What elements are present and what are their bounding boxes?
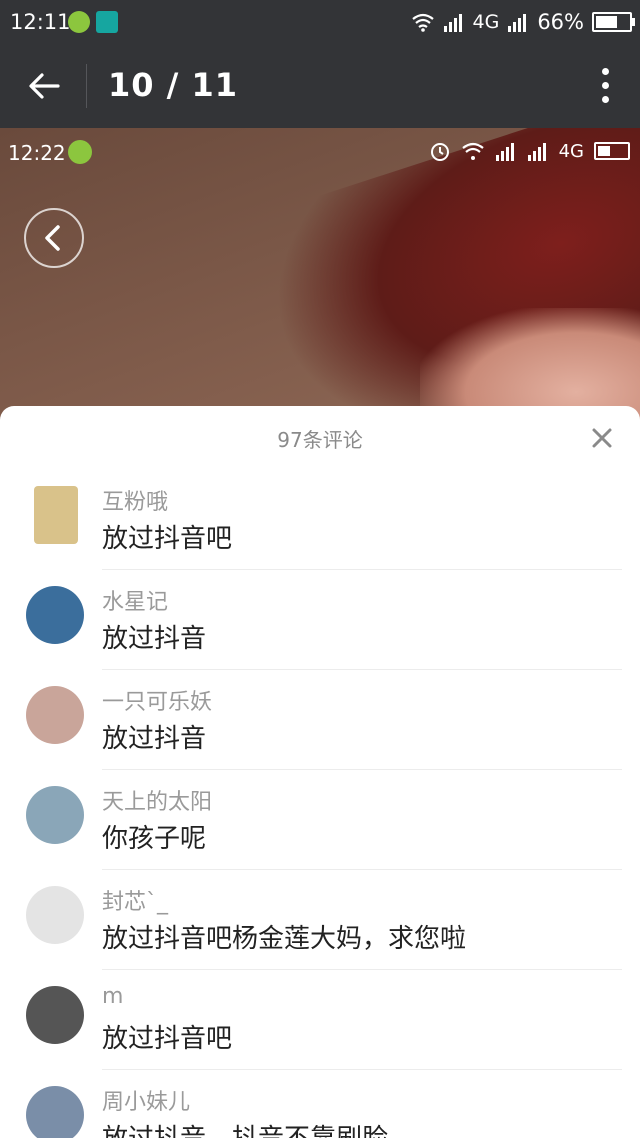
- wifi-icon: [461, 142, 484, 160]
- comment-item[interactable]: 封芯`_ 放过抖音吧杨金莲大妈，求您啦: [0, 870, 640, 970]
- comment-username[interactable]: 一只可乐妖: [102, 684, 212, 716]
- alarm-icon: [430, 143, 449, 161]
- screenshot-icon: [96, 11, 118, 33]
- comment-username[interactable]: 封芯`_: [102, 884, 168, 916]
- comments-count-title: 97条评论: [277, 428, 363, 452]
- comment-username[interactable]: 天上的太阳: [102, 784, 212, 816]
- signal-icon: [508, 14, 527, 32]
- close-icon[interactable]: [588, 424, 616, 452]
- comment-username[interactable]: 互粉哦: [102, 484, 168, 516]
- viewer-toolbar: 10 / 11: [0, 44, 640, 128]
- inner-status-right: 4G: [429, 140, 630, 162]
- plus-badge-icon: [68, 11, 90, 33]
- more-vertical-icon[interactable]: [602, 68, 610, 108]
- comment-item[interactable]: 水星记 放过抖音: [0, 570, 640, 670]
- comment-text: 放过抖音: [102, 724, 207, 754]
- comment-text: 放过抖音: [102, 624, 207, 654]
- toolbar-divider: [86, 64, 87, 108]
- comment-item[interactable]: 互粉哦 放过抖音吧: [0, 470, 640, 570]
- image-counter: 10 / 11: [108, 66, 239, 104]
- comments-list: 互粉哦 放过抖音吧 水星记 放过抖音 一只可乐妖 放过抖音 天上的太阳 你孩子呢 封芯`_ 放过抖…: [0, 470, 640, 1138]
- avatar[interactable]: [26, 586, 84, 644]
- battery-icon: [594, 142, 630, 160]
- comment-username[interactable]: m: [102, 984, 123, 1009]
- avatar[interactable]: [34, 486, 78, 544]
- inner-status-time: 12:22: [8, 141, 66, 165]
- comment-username[interactable]: 水星记: [102, 584, 168, 616]
- signal-icon: [527, 143, 546, 161]
- status-bar: 12:11 4G 66%: [0, 0, 640, 44]
- avatar[interactable]: [26, 986, 84, 1044]
- status-time: 12:11: [10, 10, 71, 34]
- battery-percent: 66%: [537, 10, 584, 34]
- status-right-group: 4G 66%: [411, 10, 635, 34]
- network-type: 4G: [472, 11, 500, 33]
- comment-item[interactable]: 周小妹儿放过抖音，抖音不靠刷脸: [0, 1070, 640, 1138]
- comment-item[interactable]: 一只可乐妖 放过抖音: [0, 670, 640, 770]
- inner-status-bar: 12:22 4G: [0, 128, 640, 174]
- plus-badge-icon: [68, 140, 92, 164]
- comment-text: 你孩子呢: [102, 824, 207, 854]
- comment-text: 放过抖音吧杨金莲大妈，求您啦: [102, 924, 467, 954]
- avatar[interactable]: [26, 1086, 84, 1138]
- inner-network-type: 4G: [558, 140, 584, 162]
- comment-item[interactable]: 天上的太阳 你孩子呢: [0, 770, 640, 870]
- comment-text: 放过抖音，抖音不靠刷脸: [102, 1118, 388, 1138]
- signal-icon: [443, 14, 462, 32]
- arrow-left-icon[interactable]: [24, 66, 64, 106]
- chevron-left-icon: [24, 208, 84, 268]
- comment-username[interactable]: 周小妹儿: [102, 1084, 190, 1116]
- avatar[interactable]: [26, 686, 84, 744]
- comments-sheet: 97条评论 互粉哦 放过抖音吧 水星记 放过抖音 一只可乐妖 放过抖音 天上的太阳 你孩子呢封…: [0, 406, 640, 1138]
- comment-text: 放过抖音吧: [102, 524, 233, 554]
- avatar[interactable]: [26, 886, 84, 944]
- avatar[interactable]: [26, 786, 84, 844]
- comment-text: 放过抖音吧: [102, 1024, 233, 1054]
- comment-item[interactable]: m 放过抖音吧: [0, 970, 640, 1070]
- battery-icon: [592, 12, 635, 32]
- wifi-icon: [411, 13, 434, 32]
- signal-icon: [495, 143, 514, 161]
